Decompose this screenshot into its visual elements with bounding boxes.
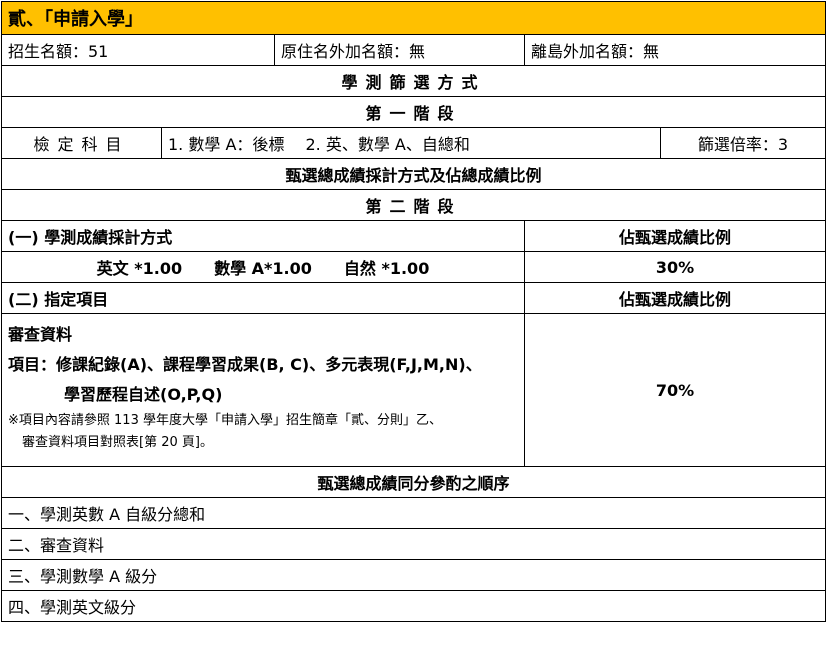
tiebreak-item: 二、審查資料 bbox=[0, 528, 827, 560]
review-items-2: 學習歷程自述(O,P,Q) bbox=[64, 385, 223, 404]
score-weights: 英文 *1.00 數學 A*1.00 自然 *1.00 bbox=[1, 251, 525, 283]
section2-label: (二) 指定項目 bbox=[1, 282, 525, 314]
admission-table: 貳、「申請入學」 招生名額：51 原住名外加名額：無 離島外加名額：無 學測篩選… bbox=[0, 1, 827, 622]
enrollment-quota: 招生名額：51 bbox=[1, 34, 275, 66]
screening-header: 學測篩選方式 bbox=[0, 65, 827, 97]
score-science: 自然 *1.00 bbox=[343, 259, 430, 278]
review-note-1: ※項目內容請參照 113 學年度大學「申請入學」招生簡章「貳、分則」乙、 bbox=[8, 413, 442, 428]
review-materials: 審查資料 項目：修課紀錄(A)、課程學習成果(B, C)、多元表現(F,J,M,… bbox=[1, 313, 525, 467]
tiebreak-item: 三、學測數學 A 級分 bbox=[0, 559, 827, 591]
review-items-1: 項目：修課紀錄(A)、課程學習成果(B, C)、多元表現(F,J,M,N)、 bbox=[8, 355, 482, 374]
score-english: 英文 *1.00 bbox=[96, 259, 183, 278]
screening-ratio: 篩選倍率：3 bbox=[659, 127, 827, 159]
subject-label: 檢定科目 bbox=[1, 127, 162, 159]
section1-ratio-header: 佔甄選成績比例 bbox=[523, 220, 827, 252]
section-title: 貳、「申請入學」 bbox=[0, 1, 827, 35]
section1-ratio: 30% bbox=[523, 251, 827, 283]
score-math-a: 數學 A*1.00 bbox=[214, 259, 312, 278]
section2-ratio-header: 佔甄選成績比例 bbox=[523, 282, 827, 314]
stage1-header: 第一階段 bbox=[0, 96, 827, 128]
indigenous-quota: 原住名外加名額：無 bbox=[274, 34, 525, 66]
review-title: 審查資料 bbox=[8, 325, 73, 344]
section2-ratio: 70% bbox=[523, 313, 827, 467]
section1-label: (一) 學測成績採計方式 bbox=[1, 220, 525, 252]
score-method-header: 甄選總成績採計方式及佔總成績比例 bbox=[0, 158, 827, 190]
review-note-2: 審查資料項目對照表[第 20 頁]。 bbox=[22, 435, 213, 450]
tiebreak-item: 一、學測英數 A 自級分總和 bbox=[0, 497, 827, 529]
tiebreak-header: 甄選總成績同分參酌之順序 bbox=[0, 466, 827, 498]
tiebreak-item: 四、學測英文級分 bbox=[0, 590, 827, 622]
island-quota: 離島外加名額：無 bbox=[523, 34, 827, 66]
stage2-header: 第二階段 bbox=[0, 189, 827, 221]
subjects: 1. 數學 A：後標 2. 英、數學 A、自總和 bbox=[161, 127, 661, 159]
